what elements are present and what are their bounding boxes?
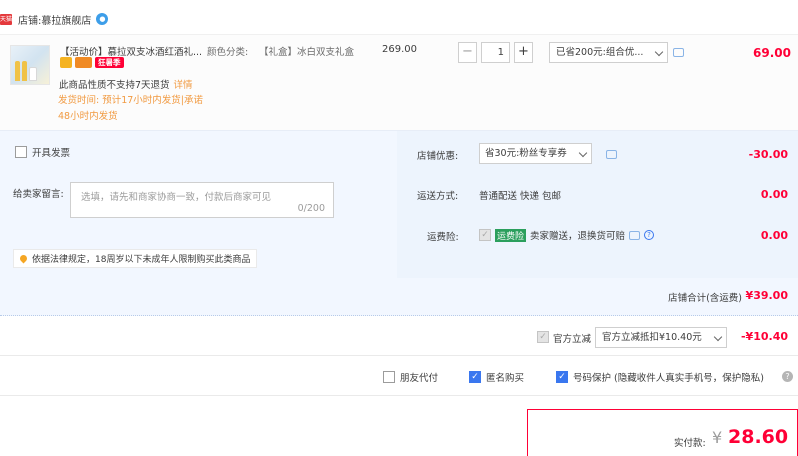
- return-notice: 此商品性质不支持7天退货 详情: [59, 77, 193, 91]
- tmall-icon: 天猫: [0, 13, 13, 25]
- coupon-select[interactable]: 省30元:粉丝专享券: [479, 143, 592, 164]
- shipping-amount: 0.00: [760, 188, 788, 201]
- chevron-down-icon: [713, 332, 723, 342]
- anonymous-checkbox[interactable]: ✓: [469, 371, 481, 383]
- chevron-down-icon: [578, 148, 588, 158]
- memo-placeholder: 选填，请先和商家协商一致，付款后商家可见: [81, 192, 272, 203]
- card-icon: [75, 57, 92, 68]
- guarantee-icon: [60, 57, 72, 68]
- gov-discount-label: 官方立减: [553, 334, 592, 345]
- checkout-page: 天猫 店铺: 慕拉旗舰店 ● 【活动价】慕拉双支冰酒红酒礼... 狂暑季 颜色分…: [0, 0, 798, 456]
- store-label: 店铺:: [18, 15, 42, 27]
- shop-fees-panel: 店铺优惠: 省30元:粉丝专享券 -30.00 运送方式: 普通配送 快递 包邮…: [397, 131, 798, 279]
- insurance-text: 卖家赠送，退换货可赔: [530, 231, 626, 242]
- message-icon[interactable]: [606, 150, 617, 159]
- store-name-link[interactable]: 慕拉旗舰店: [41, 12, 91, 27]
- gov-discount-amount: -¥10.40: [740, 330, 788, 343]
- gov-discount-value: 官方立减抵扣¥10.40元: [602, 332, 702, 343]
- chevron-down-icon: [654, 47, 664, 57]
- unit-price: 269.00: [382, 44, 417, 55]
- return-details-link[interactable]: 详情: [174, 80, 193, 91]
- chat-icon[interactable]: ●: [96, 13, 109, 25]
- insurance-label: 运费险:: [427, 232, 459, 243]
- privacy-option[interactable]: ✓ 号码保护 (隐藏收件人真实手机号，保护隐私): [556, 370, 764, 384]
- sku-value: 【礼盒】冰白双支礼盒: [259, 47, 355, 58]
- shop-total-value: ¥39.00: [745, 289, 788, 302]
- privacy-label: 号码保护 (隐藏收件人真实手机号，保护隐私): [573, 373, 764, 384]
- location-pin-icon: [18, 253, 29, 264]
- final-amount: 28.60: [728, 426, 789, 448]
- delivery-time: 发货时间: 预计17小时内发货|承诺48小时内发货: [58, 95, 204, 122]
- product-image[interactable]: [10, 45, 50, 85]
- invoice-label: 开具发票: [32, 148, 71, 159]
- quantity-stepper: − 1 +: [458, 42, 533, 63]
- insurance-amount: 0.00: [760, 229, 788, 242]
- return-notice-text: 此商品性质不支持7天退货: [59, 80, 170, 91]
- coupon-value: 省30元:粉丝专享券: [485, 148, 567, 159]
- coupon-label: 店铺优惠:: [417, 151, 459, 162]
- coupon-amount: -30.00: [748, 148, 788, 161]
- help-icon[interactable]: ?: [782, 371, 793, 382]
- increase-button[interactable]: +: [514, 42, 533, 63]
- quantity-input[interactable]: 1: [481, 42, 510, 63]
- insurance-row: ✓ 运费险 卖家赠送，退换货可赔 ?: [479, 228, 655, 242]
- item-subtotal: 69.00: [753, 46, 791, 60]
- message-icon[interactable]: [673, 48, 684, 57]
- memo-label: 给卖家留言:: [13, 189, 64, 200]
- final-payment-box: 实付款: ¥ 28.60: [527, 409, 798, 456]
- anonymous-option[interactable]: ✓ 匿名购买: [469, 370, 524, 384]
- help-icon[interactable]: ?: [644, 230, 655, 240]
- currency-symbol: ¥: [712, 428, 723, 447]
- shipping-label: 运送方式:: [417, 191, 459, 202]
- promo-tag: 狂暑季: [95, 57, 124, 68]
- friend-pay-option[interactable]: 朋友代付: [383, 370, 438, 384]
- friend-pay-checkbox[interactable]: [383, 371, 395, 383]
- gov-discount-select[interactable]: 官方立减抵扣¥10.40元: [595, 327, 727, 348]
- memo-counter: 0/200: [297, 203, 325, 214]
- shop-total-label: 店铺合计(含运费): [668, 293, 742, 304]
- privacy-checkbox[interactable]: ✓: [556, 371, 568, 383]
- insurance-badge: 运费险: [495, 228, 527, 242]
- order-options: 开具发票 给卖家留言: 选填，请先和商家协商一致，付款后商家可见 0/200 依…: [0, 130, 798, 279]
- message-icon[interactable]: [629, 230, 641, 240]
- gov-discount-checkbox: ✓: [537, 331, 549, 343]
- anonymous-label: 匿名购买: [486, 373, 525, 384]
- legal-notice-text: 依据法律规定，18周岁以下未成年人限制购买此类商品: [32, 255, 251, 265]
- product-tags: 狂暑季: [60, 57, 124, 68]
- store-header: 天猫 店铺: 慕拉旗舰店 ●: [0, 10, 109, 28]
- invoice-option[interactable]: 开具发票: [15, 145, 70, 159]
- order-item: 【活动价】慕拉双支冰酒红酒礼... 狂暑季 颜色分类: 【礼盒】冰白双支礼盒 此…: [0, 34, 798, 130]
- shipping-value: 普通配送 快递 包邮: [479, 191, 562, 202]
- legal-notice: 依据法律规定，18周岁以下未成年人限制购买此类商品: [13, 249, 258, 268]
- promotion-select[interactable]: 已省200元:组合优...: [549, 42, 668, 63]
- decrease-button[interactable]: −: [458, 42, 477, 63]
- memo-textarea[interactable]: 选填，请先和商家协商一致，付款后商家可见 0/200: [70, 182, 334, 218]
- product-title-link[interactable]: 【活动价】慕拉双支冰酒红酒礼...: [60, 44, 210, 58]
- promotion-value: 已省200元:组合优...: [556, 47, 644, 58]
- shop-total-row: 店铺合计(含运费) ¥39.00: [0, 278, 798, 316]
- payment-options: 朋友代付 ✓ 匿名购买 ✓ 号码保护 (隐藏收件人真实手机号，保护隐私) ?: [0, 356, 798, 396]
- insurance-checkbox: ✓: [479, 229, 491, 241]
- invoice-checkbox[interactable]: [15, 146, 27, 158]
- friend-pay-label: 朋友代付: [400, 373, 439, 384]
- sku-label: 颜色分类:: [207, 47, 249, 58]
- final-label: 实付款:: [674, 438, 706, 449]
